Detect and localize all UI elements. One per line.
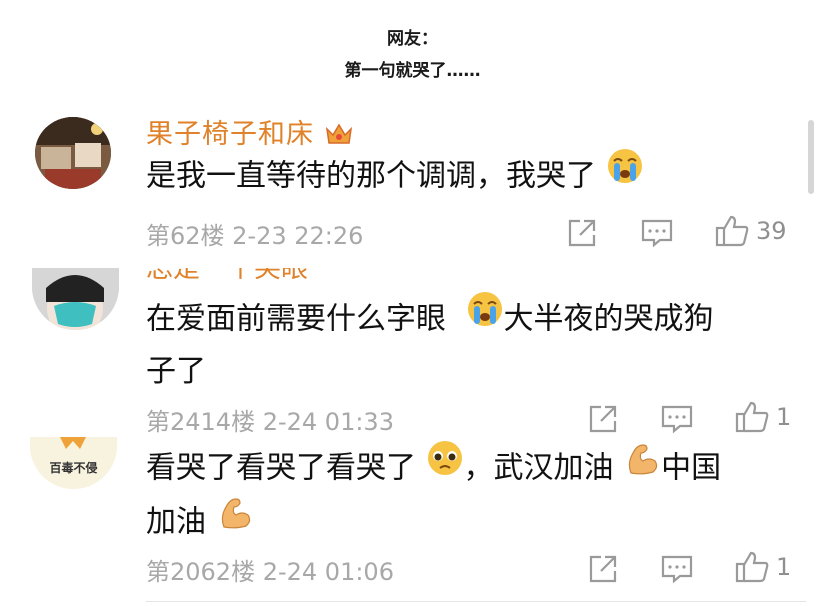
avatar[interactable] (32, 268, 119, 330)
scrollbar[interactable] (808, 120, 814, 194)
username[interactable]: 果子椅子和床 (146, 112, 354, 152)
crying-face-icon (466, 290, 504, 344)
thumbs-up-icon (735, 401, 769, 433)
caption-line-1: 网友： (387, 29, 438, 49)
comment-body-part: 大半夜的哭成狗 (503, 301, 714, 337)
reply-button[interactable] (660, 404, 694, 434)
comment-body-part: 加油 (146, 504, 206, 540)
comment-body-part: 看哭了看哭了看哭了 (146, 450, 416, 486)
comment-text: 是我一直等待的那个调调，我哭了 (146, 147, 796, 204)
avatar-caption: 百毒不侵 (49, 461, 98, 475)
share-icon (589, 555, 617, 583)
like-button[interactable]: 39 (714, 214, 787, 248)
crying-face-icon (606, 147, 644, 201)
share-button[interactable] (566, 218, 598, 248)
comment-text: 看哭了看哭了看哭了 ，武汉加油 中国 加油 (146, 439, 796, 550)
comment-icon (661, 405, 693, 434)
comment-body-part: 中国 (661, 450, 722, 486)
like-count: 1 (776, 403, 792, 431)
reply-button[interactable] (660, 554, 694, 584)
like-button[interactable]: 1 (734, 550, 791, 584)
like-count: 1 (776, 553, 792, 581)
comment-icon (641, 219, 673, 248)
thumbs-up-icon (715, 215, 749, 247)
comment-body: 是我一直等待的那个调调，我哭了 (146, 158, 596, 194)
post-caption: 网友： 第一句就哭了…… (0, 22, 825, 86)
like-count: 39 (756, 217, 787, 245)
caption-line-2: 第一句就哭了…… (344, 61, 481, 81)
comment-body-part: ，武汉加油 (463, 450, 614, 486)
avatar[interactable] (35, 117, 111, 189)
username-clipped[interactable]: 总是一个笑眼 (146, 268, 376, 280)
comment-meta: 第62楼 2-23 22:26 (146, 222, 364, 250)
share-button[interactable] (587, 404, 619, 434)
flexed-biceps-icon (216, 493, 254, 547)
username-text[interactable]: 果子椅子和床 (146, 119, 314, 150)
share-icon (589, 405, 617, 433)
comment-text: 在爱面前需要什么字眼 大半夜的哭成狗 子了 (146, 290, 796, 397)
comment-meta: 第2062楼 2-24 01:06 (146, 558, 394, 586)
share-button[interactable] (587, 554, 619, 584)
comment-meta: 第2414楼 2-24 01:33 (146, 408, 394, 436)
divider (146, 601, 806, 602)
reply-button[interactable] (640, 218, 674, 248)
pleading-face-icon (426, 439, 464, 493)
comment-body-part: 在爱面前需要什么字眼 (146, 301, 446, 337)
username-text[interactable]: 总是一个笑眼 (146, 268, 376, 280)
share-icon (568, 219, 596, 247)
thumbs-up-icon (735, 551, 769, 583)
comment-icon (661, 555, 693, 584)
avatar[interactable]: 百毒不侵 (30, 437, 117, 489)
like-button[interactable]: 1 (734, 400, 791, 434)
flexed-biceps-icon (623, 439, 661, 493)
comment-body-part: 子了 (146, 354, 206, 389)
